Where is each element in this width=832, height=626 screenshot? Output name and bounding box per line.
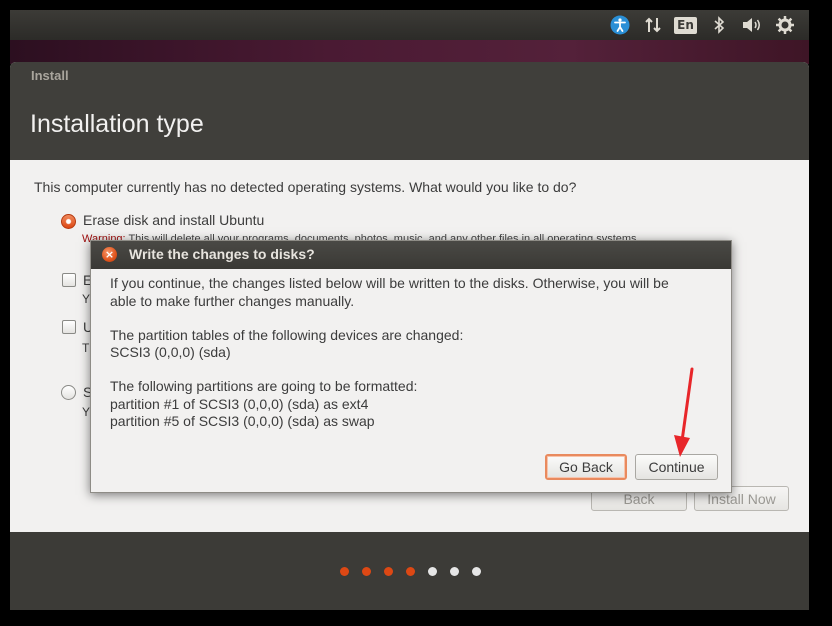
- progress-dot: [472, 567, 481, 576]
- partition-tables-device: SCSI3 (0,0,0) (sda): [110, 344, 231, 360]
- option-3-checkbox[interactable]: [62, 320, 76, 334]
- partition-tables-heading: The partition tables of the following de…: [110, 327, 464, 343]
- settings-gear-icon[interactable]: [768, 10, 801, 40]
- option-2-sub: Y: [82, 292, 91, 306]
- dialog-intro-line1: If you continue, the changes listed belo…: [110, 275, 669, 291]
- format-item: partition #5 of SCSI3 (0,0,0) (sda) as s…: [110, 413, 375, 429]
- accessibility-icon[interactable]: [603, 10, 636, 40]
- annotation-arrow-icon: [674, 367, 694, 457]
- progress-dot: [384, 567, 393, 576]
- dialog-titlebar: × Write the changes to disks?: [91, 241, 731, 269]
- option-4-radio[interactable]: [61, 385, 76, 400]
- format-heading: The following partitions are going to be…: [110, 378, 418, 394]
- option-3-sub: T: [82, 341, 90, 355]
- top-panel: En: [10, 10, 809, 40]
- format-item: partition #1 of SCSI3 (0,0,0) (sda) as e…: [110, 396, 369, 412]
- erase-disk-label[interactable]: Erase disk and install Ubuntu: [83, 212, 264, 228]
- network-arrows-icon[interactable]: [636, 10, 669, 40]
- progress-dot: [450, 567, 459, 576]
- close-icon[interactable]: ×: [102, 247, 117, 262]
- keyboard-layout-label: En: [674, 16, 697, 34]
- option-2-checkbox[interactable]: [62, 273, 76, 287]
- write-changes-dialog: × Write the changes to disks? If you con…: [90, 240, 732, 493]
- volume-icon[interactable]: [735, 10, 768, 40]
- question-text: This computer currently has no detected …: [34, 179, 577, 195]
- erase-disk-radio[interactable]: [61, 214, 76, 229]
- go-back-button[interactable]: Go Back: [545, 454, 627, 480]
- progress-footer: [10, 532, 809, 610]
- progress-dot: [428, 567, 437, 576]
- dialog-title: Write the changes to disks?: [129, 246, 315, 262]
- progress-dot: [340, 567, 349, 576]
- window-header: Install Installation type: [10, 62, 809, 160]
- bluetooth-icon[interactable]: [702, 10, 735, 40]
- window-title: Install: [31, 68, 69, 83]
- option-4-sub: Y: [82, 405, 91, 419]
- page-title: Installation type: [30, 110, 204, 138]
- progress-dot: [362, 567, 371, 576]
- dialog-intro-line2: able to make further changes manually.: [110, 293, 355, 309]
- desktop-background: [10, 40, 809, 64]
- keyboard-layout-icon[interactable]: En: [669, 10, 702, 40]
- progress-dot: [406, 567, 415, 576]
